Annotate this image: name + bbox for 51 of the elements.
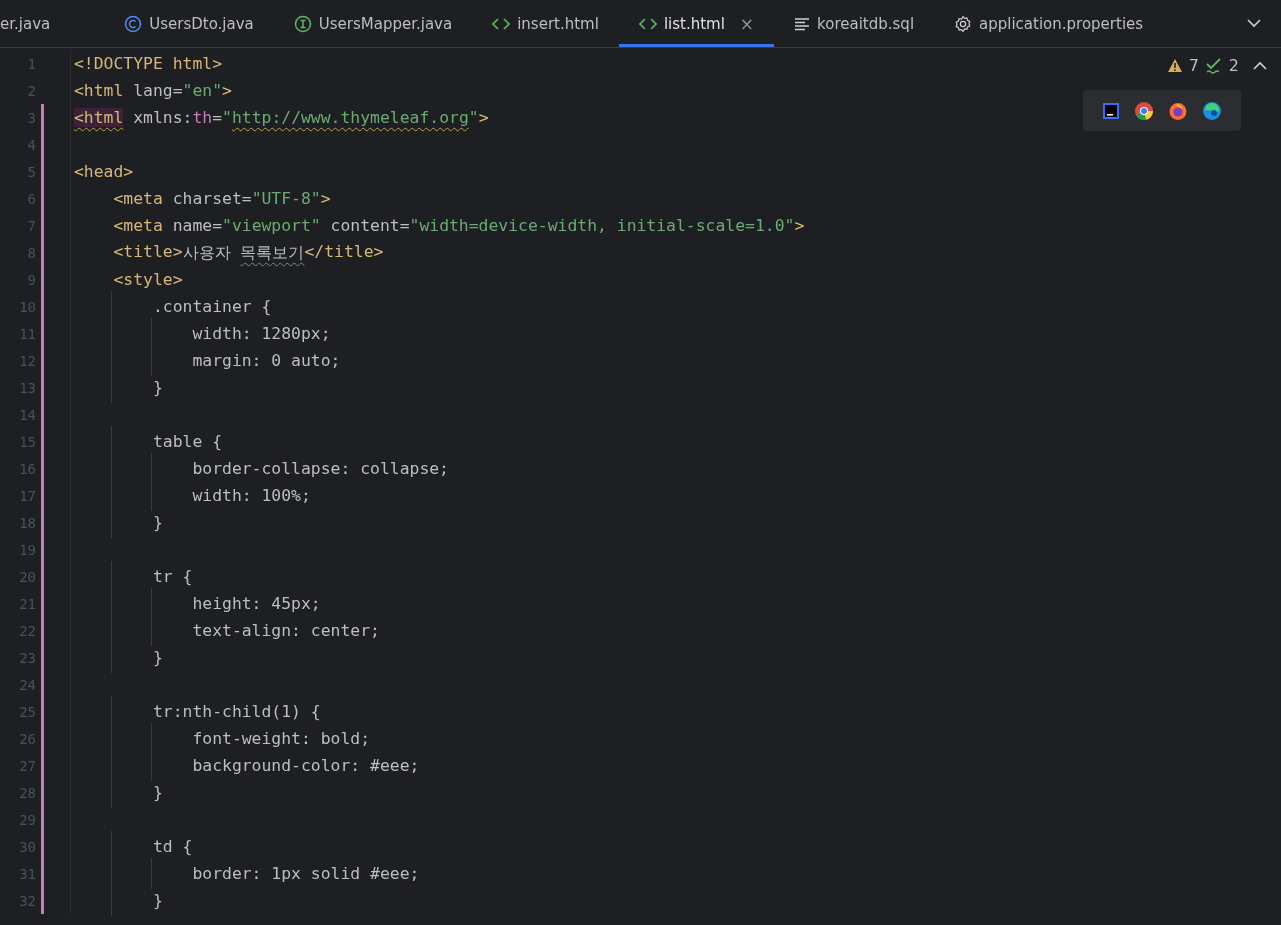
code-line: margin: 0 auto; xyxy=(191,351,341,370)
code-line: .container { xyxy=(151,297,272,316)
settings-icon xyxy=(954,14,973,33)
editor-tab[interactable]: UsersMapper.java xyxy=(273,0,473,47)
code-brackets-icon xyxy=(492,16,511,31)
code-line: } xyxy=(151,891,163,910)
code-line: } xyxy=(151,513,163,532)
code-line: } xyxy=(151,783,163,802)
square-logo-icon[interactable] xyxy=(1102,101,1120,120)
code-line: <!DOCTYPE html> xyxy=(74,54,223,73)
chevron-up-icon[interactable] xyxy=(1253,61,1267,70)
code-line: <title>사용자 목록보기</title> xyxy=(112,241,384,264)
code-line: <meta charset="UTF-8"> xyxy=(112,189,331,208)
editor-tab[interactable]: koreaitdb.sql xyxy=(774,0,935,47)
check-icon[interactable] xyxy=(1204,57,1223,74)
editor-tab[interactable]: insert.html xyxy=(472,0,619,47)
code-line: table { xyxy=(151,432,223,451)
code-line: width: 100%; xyxy=(191,486,311,505)
code-line: <style> xyxy=(112,270,183,289)
text-lines-icon xyxy=(794,16,811,31)
code-line: <meta name="viewport" content="width=device-width, initial-scale=1.0"> xyxy=(112,216,805,235)
close-icon[interactable]: × xyxy=(739,13,755,34)
code-line: width: 1280px; xyxy=(191,324,331,343)
browser-icon[interactable] xyxy=(1202,100,1222,121)
code-line: <head> xyxy=(74,162,134,181)
chevron-down-icon[interactable] xyxy=(1247,19,1261,28)
warning-icon[interactable] xyxy=(1166,58,1183,73)
code-line: <html xmlns:th="http://www.thymeleaf.org"> xyxy=(74,108,489,127)
code-line: border-collapse: collapse; xyxy=(191,459,449,478)
editor-tab[interactable]: UsersDto.java xyxy=(104,0,274,47)
code-line: } xyxy=(151,378,163,397)
editor-tab[interactable]: application.properties xyxy=(934,0,1164,47)
code-line: background-color: #eee; xyxy=(191,756,420,775)
browser-icon[interactable] xyxy=(1134,100,1154,121)
code-line: text-align: center; xyxy=(191,621,380,640)
browser-icon[interactable] xyxy=(1168,100,1188,121)
code-line: } xyxy=(151,648,163,667)
interface-icon xyxy=(293,14,312,33)
warning-count[interactable]: 7 xyxy=(1188,56,1199,75)
code-line: td { xyxy=(151,837,193,856)
code-line: height: 45px; xyxy=(191,594,321,613)
code-line: <html lang="en"> xyxy=(74,81,232,100)
editor-tab[interactable]: list.html × xyxy=(618,0,775,47)
weak-warning-count[interactable]: 2 xyxy=(1228,56,1239,75)
code-line: tr:nth-child(1) { xyxy=(151,702,321,721)
code-brackets-icon xyxy=(638,16,657,31)
editor-tab[interactable]: er.java xyxy=(0,0,91,47)
code-line: border: 1px solid #eee; xyxy=(191,864,420,883)
code-line: tr { xyxy=(151,567,193,586)
code-line: font-weight: bold; xyxy=(191,729,371,748)
class-icon xyxy=(124,14,143,33)
